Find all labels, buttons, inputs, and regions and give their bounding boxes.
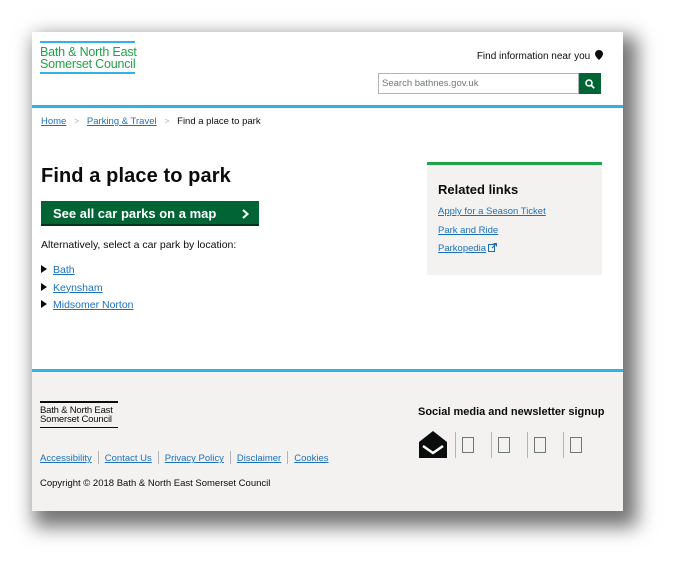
footer-link-privacy-policy[interactable]: Privacy Policy (165, 453, 224, 464)
breadcrumb-parking-travel[interactable]: Parking & Travel (87, 116, 157, 127)
related-link-park-and-ride[interactable]: Park and Ride (438, 225, 498, 236)
council-logo[interactable]: Bath & North East Somerset Council (40, 41, 137, 74)
page: Bath & North East Somerset Council Find … (32, 32, 623, 511)
location-link-keynsham[interactable]: Keynsham (53, 282, 103, 294)
find-near-you-label: Find information near you (476, 51, 591, 62)
social-divider (527, 432, 528, 458)
location-list: Bath Keynsham Midsomer Norton (41, 264, 134, 317)
list-item: Keynsham (41, 282, 134, 300)
list-item: Midsomer Norton (41, 299, 134, 317)
page-title: Find a place to park (41, 165, 231, 187)
social-signup-title: Social media and newsletter signup (418, 406, 605, 418)
location-link-midsomer-norton[interactable]: Midsomer Norton (53, 299, 134, 311)
search-button[interactable] (579, 73, 601, 94)
list-item: Bath (41, 264, 134, 282)
footer-link-accessibility[interactable]: Accessibility (40, 453, 92, 464)
site-header: Bath & North East Somerset Council Find … (32, 32, 623, 108)
breadcrumb-current: Find a place to park (177, 116, 261, 127)
list-item: Park and Ride (438, 225, 546, 244)
location-pin-icon (595, 50, 603, 60)
copyright-text: Copyright © 2018 Bath & North East Somer… (40, 478, 271, 489)
social-divider (563, 432, 564, 458)
site-footer: Bath & North East Somerset Council Acces… (32, 369, 623, 511)
footer-link-cookies[interactable]: Cookies (294, 453, 328, 464)
logo-bottom-rule (40, 72, 135, 74)
triangle-bullet-icon (41, 282, 47, 291)
footer-link-contact-us[interactable]: Contact Us (105, 453, 152, 464)
footer-link-divider (157, 451, 159, 464)
location-intro-text: Alternatively, select a car park by loca… (41, 239, 237, 251)
social-icon-1[interactable] (462, 437, 474, 453)
related-link-parkopedia[interactable]: Parkopedia (438, 243, 486, 254)
related-links-list: Apply for a Season Ticket Park and Ride … (438, 206, 546, 262)
logo-text: Bath & North East Somerset Council (40, 43, 137, 72)
breadcrumb-separator-icon: > (164, 116, 170, 126)
search-form (378, 73, 602, 94)
footer-logo-text: Bath & North East Somerset Council (40, 403, 118, 427)
external-link-icon (488, 243, 498, 252)
social-divider (455, 432, 456, 458)
footer-link-divider (287, 451, 289, 464)
newsletter-envelope-icon[interactable] (418, 430, 448, 460)
social-icon-3[interactable] (534, 437, 546, 453)
footer-logo-line-2: Somerset Council (40, 414, 112, 425)
breadcrumb: Home > Parking & Travel > Find a place t… (41, 116, 261, 127)
find-near-you-link[interactable]: Find information near you (477, 50, 603, 62)
social-icon-2[interactable] (498, 437, 510, 453)
triangle-bullet-icon (41, 265, 47, 273)
related-link-season-ticket[interactable]: Apply for a Season Ticket (438, 206, 546, 217)
footer-links: Accessibility Contact Us Privacy Policy Dis… (40, 451, 329, 464)
related-links-panel: Related links Apply for a Season Ticket … (427, 162, 602, 275)
footer-link-disclaimer[interactable]: Disclaimer (237, 453, 281, 464)
related-links-title: Related links (438, 182, 519, 197)
social-divider (491, 432, 492, 458)
triangle-bullet-icon (41, 300, 47, 308)
footer-logo-bottom-rule (40, 426, 118, 428)
car-parks-map-button[interactable]: See all car parks on a map (41, 201, 259, 226)
car-parks-map-button-label: See all car parks on a map (53, 206, 217, 221)
social-icon-4[interactable] (570, 437, 582, 453)
breadcrumb-separator-icon: > (73, 116, 80, 126)
footer-council-logo[interactable]: Bath & North East Somerset Council (40, 401, 118, 428)
list-item: Apply for a Season Ticket (438, 206, 546, 225)
chevron-right-icon (242, 209, 249, 219)
location-link-bath[interactable]: Bath (53, 264, 75, 276)
search-input[interactable] (378, 73, 579, 94)
breadcrumb-home[interactable]: Home (41, 116, 66, 127)
footer-link-divider (229, 451, 231, 464)
list-item: Parkopedia (438, 243, 546, 262)
search-icon (585, 79, 595, 89)
logo-line-2: Somerset Council (40, 57, 136, 71)
footer-link-divider (97, 451, 99, 464)
